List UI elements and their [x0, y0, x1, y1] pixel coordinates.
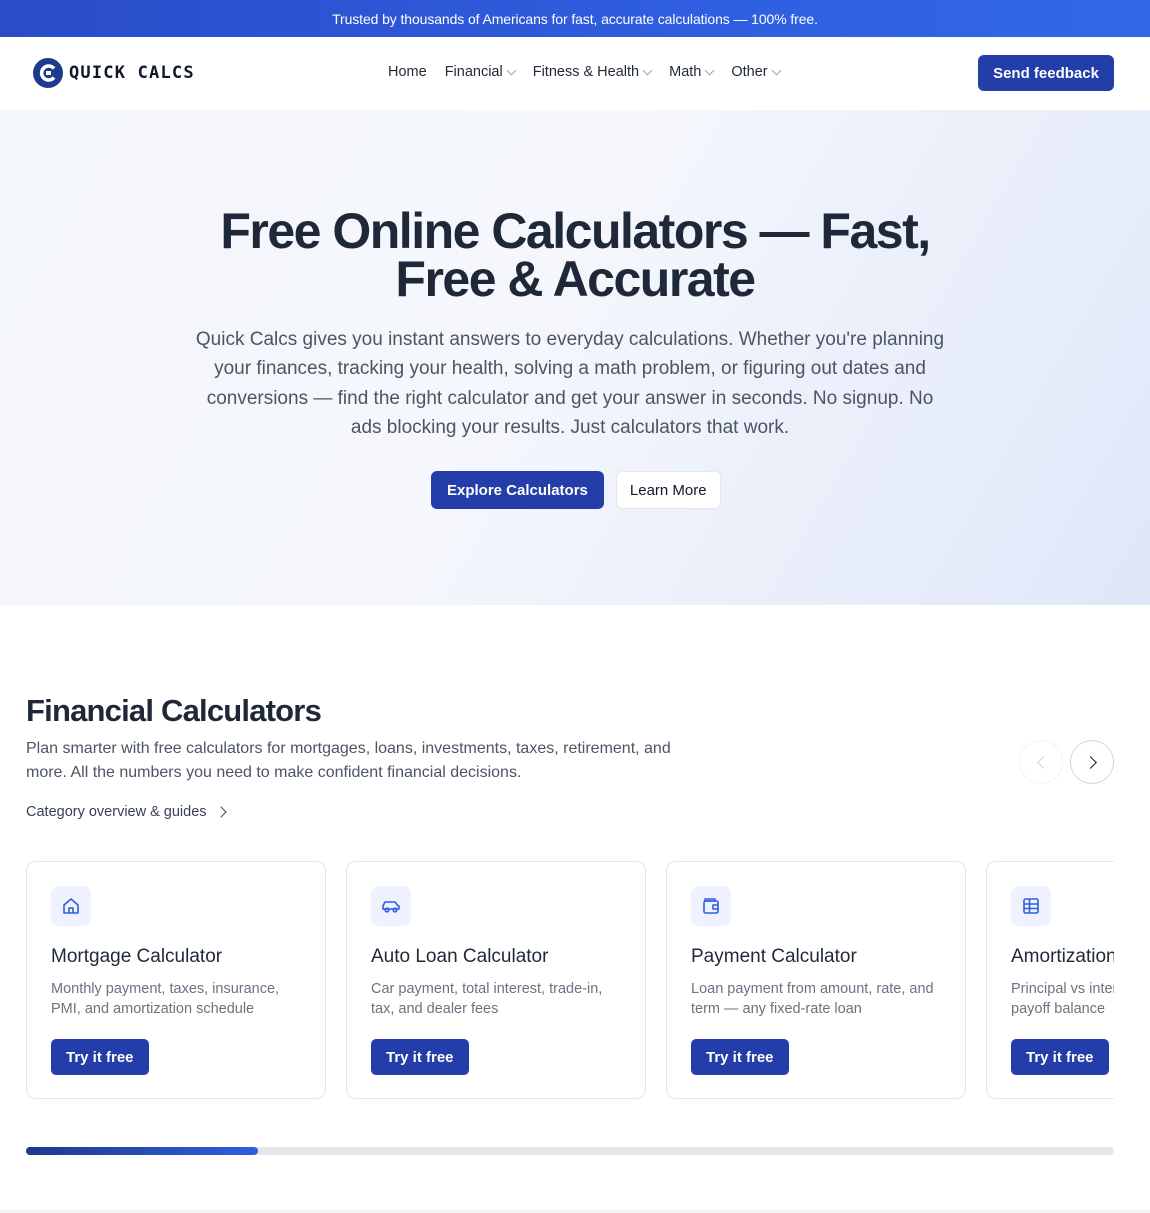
chevron-down-icon	[506, 65, 517, 75]
chevron-right-icon	[214, 806, 227, 818]
home-icon	[51, 886, 91, 926]
table-icon	[1011, 886, 1051, 926]
nav-fitness-health-label: Fitness & Health	[532, 64, 640, 80]
card-description: Car payment, total interest, trade-in, t…	[371, 981, 603, 1017]
carousel-prev-button[interactable]	[1019, 740, 1063, 784]
carousel-progress-fill	[26, 1147, 258, 1155]
nav-home[interactable]: Home	[388, 64, 427, 80]
try-it-free-button[interactable]: Try it free	[371, 1039, 469, 1075]
announcement-banner: Trusted by thousands of Americans for fa…	[0, 0, 1150, 37]
card-description: Monthly payment, taxes, insurance, PMI, …	[51, 981, 280, 1017]
nav-other-label: Other	[731, 64, 768, 80]
chevron-down-icon	[771, 65, 782, 75]
logo[interactable]: QUICK CALCS	[33, 58, 195, 88]
calculator-card-payment[interactable]: Payment Calculator Loan payment from amo…	[666, 861, 966, 1099]
try-it-free-button[interactable]: Try it free	[691, 1039, 789, 1075]
hero-section: Free Online Calculators — Fast, Free & A…	[0, 110, 1150, 605]
section-title: Financial Calculators	[26, 693, 322, 728]
card-title: Payment Calculator	[691, 946, 857, 967]
nav-math[interactable]: Math	[669, 64, 715, 80]
overview-link-label: Category overview & guides	[26, 804, 207, 820]
card-description: Loan payment from amount, rate, and term…	[691, 981, 934, 1017]
card-title: Mortgage Calculator	[51, 946, 223, 967]
learn-more-button[interactable]: Learn More	[615, 471, 721, 509]
chevron-right-icon	[1083, 755, 1097, 769]
try-it-free-button[interactable]: Try it free	[1011, 1039, 1109, 1075]
card-title: Amortization Calculator	[1011, 946, 1114, 967]
explore-calculators-button[interactable]: Explore Calculators	[431, 471, 604, 509]
main-nav: Home Financial Fitness & Health Math Oth…	[388, 64, 782, 80]
hero-title: Free Online Calculators — Fast, Free & A…	[0, 206, 1150, 304]
category-overview-link[interactable]: Category overview & guides	[26, 804, 227, 820]
chevron-left-icon	[1036, 755, 1050, 769]
quick-calcs-logo-icon	[33, 58, 63, 88]
calculator-card-auto-loan[interactable]: Auto Loan Calculator Car payment, total …	[346, 861, 646, 1099]
hero-subtitle: Quick Calcs gives you instant answers to…	[195, 329, 945, 438]
nav-other[interactable]: Other	[731, 64, 782, 80]
nav-fitness-health[interactable]: Fitness & Health	[532, 64, 653, 80]
card-description: Principal vs interest over time and payo…	[1011, 981, 1114, 1017]
calculator-card-amortization[interactable]: Amortization Calculator Principal vs int…	[986, 861, 1114, 1099]
carousel-progress-track[interactable]	[26, 1147, 1114, 1155]
card-title: Auto Loan Calculator	[371, 946, 549, 967]
calculator-card-mortgage[interactable]: Mortgage Calculator Monthly payment, tax…	[26, 861, 326, 1099]
chevron-down-icon	[704, 65, 715, 75]
nav-financial-label: Financial	[444, 64, 503, 80]
nav-financial[interactable]: Financial	[444, 64, 517, 80]
nav-math-label: Math	[669, 64, 702, 80]
calculator-carousel: Mortgage Calculator Monthly payment, tax…	[26, 861, 1114, 1101]
banner-text: Trusted by thousands of Americans for fa…	[332, 10, 818, 27]
section-description: Plan smarter with free calculators for m…	[26, 740, 671, 781]
wallet-icon	[691, 886, 731, 926]
chevron-down-icon	[642, 65, 653, 75]
hero-title-line2: Free & Accurate	[395, 251, 756, 307]
site-header: QUICK CALCS Home Financial Fitness & Hea…	[0, 37, 1150, 110]
nav-home-label: Home	[388, 64, 427, 80]
send-feedback-button[interactable]: Send feedback	[978, 55, 1114, 91]
try-it-free-button[interactable]: Try it free	[51, 1039, 149, 1075]
carousel-next-button[interactable]	[1070, 740, 1114, 784]
hero-actions: Explore Calculators Learn More	[431, 471, 721, 509]
logo-text: QUICK CALCS	[69, 63, 195, 83]
car-icon	[371, 886, 411, 926]
